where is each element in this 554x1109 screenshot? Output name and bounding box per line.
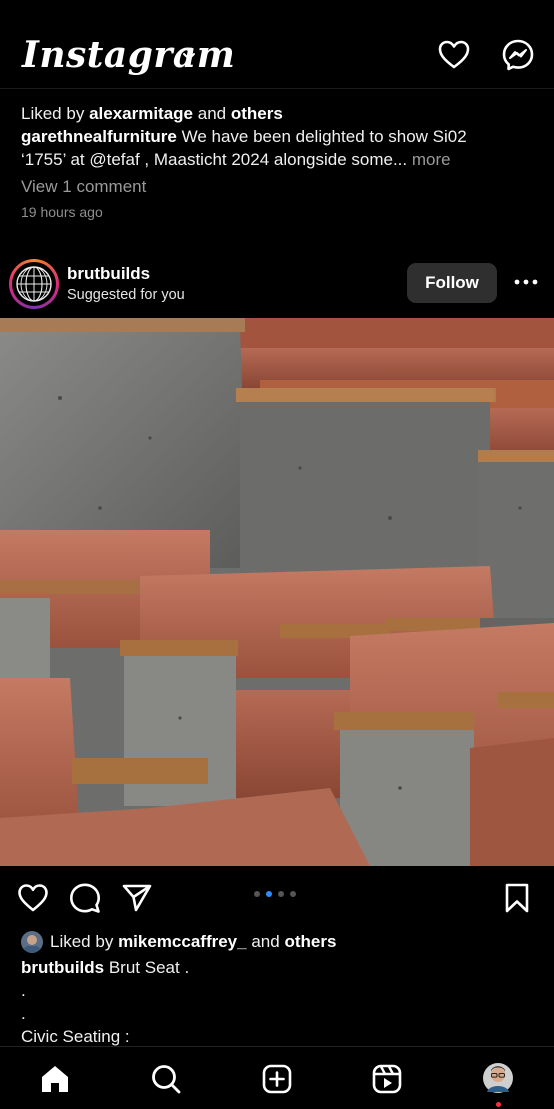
liked-by-line: Liked by mikemccaffrey_ and others xyxy=(21,930,541,954)
carousel-indicator xyxy=(254,891,296,897)
caption-line-2: ‘1755’ at @tefaf , Maasticht 2024 alongs… xyxy=(21,148,541,171)
liked-by-prefix: Liked by xyxy=(50,932,114,951)
globe-logo-icon xyxy=(16,266,52,302)
notification-dot xyxy=(496,1102,501,1107)
post-timestamp: 19 hours ago xyxy=(21,204,103,220)
bookmark-icon[interactable] xyxy=(501,882,533,914)
reels-icon[interactable] xyxy=(371,1063,403,1095)
previous-post-footer: Liked by alexarmitage and others garethn… xyxy=(21,102,541,220)
suggested-label: Suggested for you xyxy=(67,287,185,303)
liked-by-line: Liked by alexarmitage and others xyxy=(21,102,541,125)
carousel-dot xyxy=(266,891,272,897)
liked-by-user-link[interactable]: alexarmitage xyxy=(89,104,193,123)
caption-text-2: ‘1755’ at @tefaf , Maasticht 2024 alongs… xyxy=(21,150,408,169)
liked-by-others-link[interactable]: others xyxy=(231,104,283,123)
caption-line-1: garethnealfurniture We have been delight… xyxy=(21,125,541,148)
share-send-icon[interactable] xyxy=(121,882,153,914)
carousel-dot xyxy=(254,891,260,897)
view-comments-link[interactable]: View 1 comment xyxy=(21,175,541,198)
caption-text: We have been delighted to show Si02 xyxy=(181,127,467,146)
liked-by-user-link[interactable]: mikemccaffrey_ xyxy=(118,932,247,952)
caption-line: brutbuilds Brut Seat . xyxy=(21,956,541,979)
app-header: Instagram xyxy=(0,22,554,89)
home-icon[interactable] xyxy=(39,1063,71,1095)
heart-icon[interactable] xyxy=(437,38,471,72)
more-options-icon[interactable] xyxy=(512,270,540,294)
status-bar xyxy=(0,0,554,22)
more-link[interactable]: more xyxy=(412,150,451,169)
like-heart-icon[interactable] xyxy=(17,882,49,914)
avatar[interactable] xyxy=(9,259,59,309)
post-caption: Liked by mikemccaffrey_ and others brutb… xyxy=(21,930,541,1048)
liked-by-and: and xyxy=(197,104,227,123)
search-icon[interactable] xyxy=(150,1063,182,1095)
profile-avatar-icon[interactable] xyxy=(482,1062,514,1094)
liked-by-prefix: Liked by xyxy=(21,104,85,123)
caption-extra-line: . xyxy=(21,981,26,1000)
carousel-dot xyxy=(278,891,284,897)
follow-button[interactable]: Follow xyxy=(407,263,497,303)
carousel-dot xyxy=(290,891,296,897)
create-post-icon[interactable] xyxy=(261,1063,293,1095)
liked-by-others-link[interactable]: others xyxy=(284,932,336,952)
liker-avatar[interactable] xyxy=(21,931,43,953)
post-actions xyxy=(0,866,554,928)
liked-by-and: and xyxy=(251,932,280,951)
post-username[interactable]: brutbuilds xyxy=(67,264,150,284)
caption-text: Brut Seat . xyxy=(108,958,190,977)
post-photo[interactable] xyxy=(0,318,554,866)
post-header: brutbuilds Suggested for you Follow xyxy=(0,256,554,316)
chevron-down-icon[interactable] xyxy=(182,52,196,62)
instagram-logo[interactable]: Instagram xyxy=(22,34,235,76)
caption-extra-line: Civic Seating : xyxy=(21,1027,130,1046)
caption-extra-line: . xyxy=(21,1004,26,1023)
bottom-nav xyxy=(0,1046,554,1109)
caption-username[interactable]: garethnealfurniture xyxy=(21,127,177,146)
caption-username[interactable]: brutbuilds xyxy=(21,958,104,977)
comment-icon[interactable] xyxy=(69,882,101,914)
messenger-icon[interactable] xyxy=(501,38,535,72)
theater-seats-image xyxy=(0,318,554,866)
